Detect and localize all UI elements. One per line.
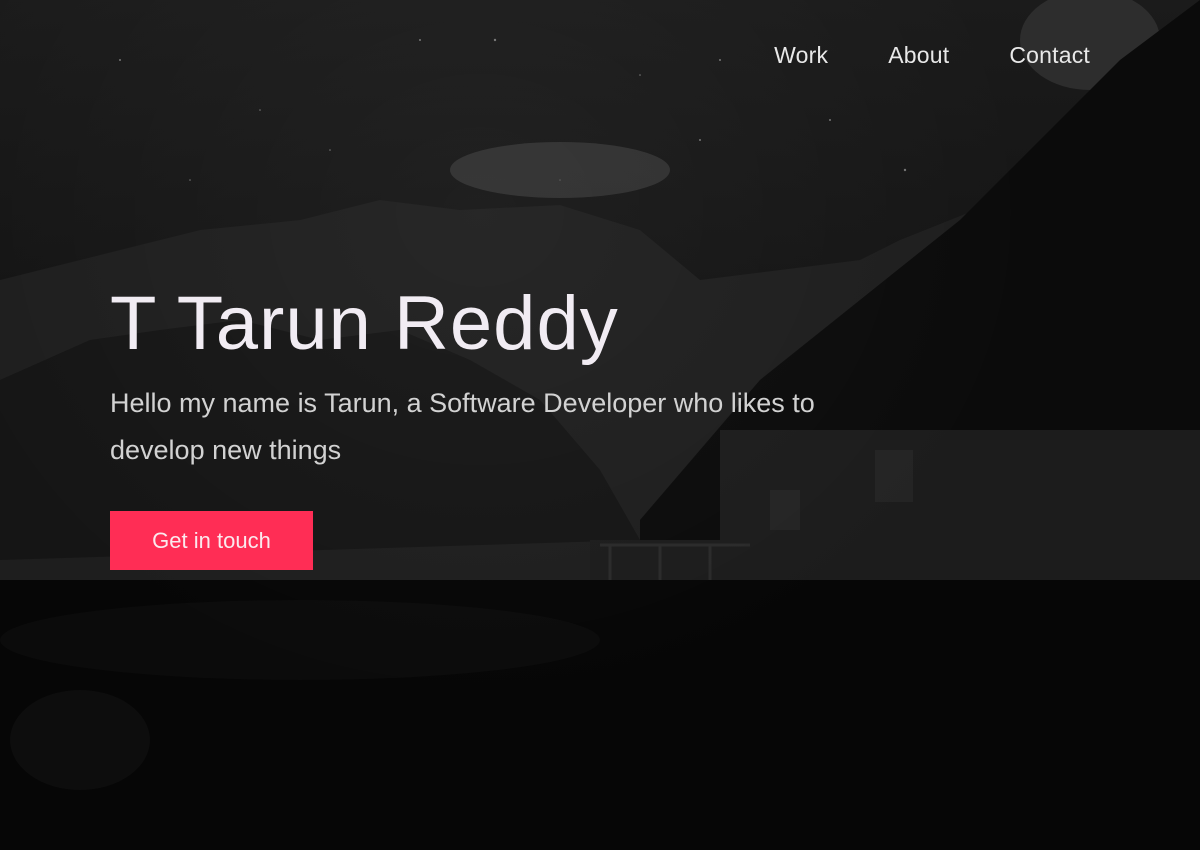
get-in-touch-button[interactable]: Get in touch (110, 511, 313, 570)
hero-title: T Tarun Reddy (110, 281, 619, 366)
page: Work About Contact T Tarun Reddy Hello m… (0, 0, 1200, 850)
nav-item-about[interactable]: About (888, 42, 949, 69)
hero-section: T Tarun Reddy Hello my name is Tarun, a … (110, 280, 830, 570)
nav-item-contact[interactable]: Contact (1009, 42, 1090, 69)
top-navigation: Work About Contact (774, 42, 1090, 69)
nav-item-work[interactable]: Work (774, 42, 828, 69)
hero-subtitle: Hello my name is Tarun, a Software Devel… (110, 388, 815, 465)
